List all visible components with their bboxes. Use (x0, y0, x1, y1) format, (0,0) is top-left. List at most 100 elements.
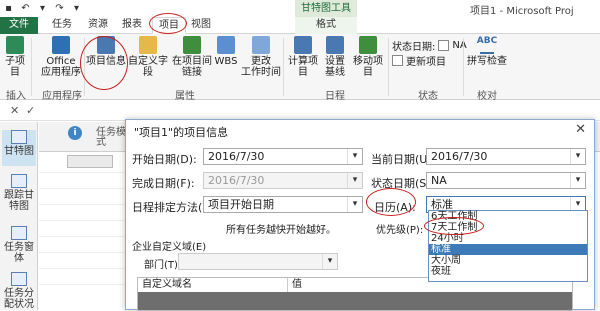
update-icon (392, 55, 403, 66)
link-projects-icon (183, 36, 201, 54)
calculate-project-button[interactable]: 计算项目 (285, 36, 321, 78)
calendar-small-icon (438, 40, 450, 51)
chevron-down-icon: ▾ (322, 254, 337, 269)
info-column-icon[interactable]: i (68, 126, 82, 140)
row-divider (39, 188, 129, 189)
group-separator (463, 38, 464, 96)
selected-cell[interactable] (67, 155, 113, 168)
group-status-label: 状态 (418, 91, 438, 102)
office-apps-button[interactable]: Office 应用程序 (40, 36, 82, 78)
spelling-check-icon (480, 46, 494, 54)
annotation-circle (366, 188, 416, 216)
row-divider (39, 268, 129, 269)
annotation-circle (80, 36, 128, 90)
move-project-icon (359, 36, 377, 54)
chevron-down-icon[interactable]: ▾ (347, 197, 362, 212)
group-separator (31, 38, 32, 96)
schedule-from-select[interactable]: 项目开始日期 ▾ (203, 196, 363, 213)
start-date-label: 开始日期(D): (132, 153, 197, 166)
calendar-option-selected[interactable]: 标准 (429, 244, 587, 255)
dialog-title: "项目1"的项目信息 (134, 126, 229, 139)
chevron-down-icon[interactable]: ▾ (347, 149, 362, 164)
window-title: 项目1 - Microsoft Proj (470, 6, 574, 17)
save-icon[interactable]: ▪ (2, 2, 15, 15)
tab-view[interactable]: 视图 (188, 17, 214, 34)
task-usage-icon (11, 272, 27, 286)
change-working-time-button[interactable]: 更改 工作时间 (241, 36, 281, 78)
calendar-option[interactable]: 大小周 (429, 255, 587, 266)
tab-resource[interactable]: 资源 (84, 17, 112, 34)
undo-icon[interactable]: ↶ (19, 2, 32, 15)
group-proofing-label: 校对 (477, 91, 497, 102)
group-schedule-label: 日程 (325, 91, 345, 102)
row-divider (39, 220, 129, 221)
view-task-form[interactable]: 任务窗体 (2, 226, 36, 266)
status-date-control[interactable]: 状态日期: NA (392, 38, 467, 53)
department-select: ▾ (178, 253, 338, 270)
start-date-field[interactable]: 2016/7/30 ▾ (203, 148, 363, 165)
finish-date-field: 2016/7/30 ▾ (203, 172, 363, 189)
custom-fields-button[interactable]: 自定义字段 (128, 36, 168, 78)
move-project-button[interactable]: 移动项目 (350, 36, 386, 78)
set-baseline-button[interactable]: 设置 基线 (322, 36, 348, 78)
tracking-gantt-icon (11, 174, 27, 188)
group-properties-label: 属性 (175, 91, 195, 102)
cancel-entry-icon[interactable]: ✕ (10, 104, 19, 117)
calendar-icon (252, 36, 270, 54)
spelling-abc-icon: ABC (476, 36, 498, 46)
status-date-field[interactable]: NA ▾ (426, 172, 586, 189)
update-project-button[interactable]: 更新项目 (392, 53, 446, 68)
close-icon[interactable]: ✕ (575, 122, 586, 137)
group-separator (388, 38, 389, 96)
spelling-button[interactable]: ABC 拼写检查 (467, 36, 507, 67)
group-insert-label: 插入 (6, 91, 26, 102)
department-label: 部门(T): (144, 260, 182, 271)
view-gantt-chart[interactable]: 甘特图 (2, 130, 36, 166)
finish-date-label: 完成日期(F): (132, 177, 195, 190)
view-bar: 甘特图 跟踪甘特图 任务窗体 任务分配状况 (0, 122, 38, 310)
tab-report[interactable]: 报表 (118, 17, 146, 34)
custom-fields-icon (139, 36, 157, 54)
priority-label: 优先级(P): (376, 225, 424, 236)
enterprise-fields-label: 企业自定义域(E) (132, 242, 207, 253)
annotation-circle (149, 13, 187, 34)
view-task-usage[interactable]: 任务分配状况 (2, 272, 36, 310)
office-store-icon (52, 36, 70, 54)
baseline-icon (326, 36, 344, 54)
view-tracking-gantt[interactable]: 跟踪甘特图 (2, 174, 36, 218)
title-bar: ▪ ↶ ▾ ↷ ▾ 甘特图工具 项目1 - Microsoft Proj (0, 0, 600, 17)
calendar-option[interactable]: 夜班 (429, 266, 587, 277)
chevron-down-icon[interactable]: ▾ (570, 173, 585, 188)
group-separator (283, 38, 284, 96)
subproject-button[interactable]: 子项目 (3, 36, 27, 78)
wbs-button[interactable]: WBS (213, 36, 239, 67)
customize-qat-icon[interactable]: ▾ (70, 2, 83, 15)
row-divider (39, 204, 129, 205)
tab-format[interactable]: 格式 (295, 17, 357, 34)
tab-task[interactable]: 任务 (48, 17, 76, 34)
annotation-circle (424, 217, 484, 235)
row-divider (39, 172, 129, 173)
row-divider (39, 284, 129, 285)
subproject-icon (6, 36, 24, 54)
current-date-field[interactable]: 2016/7/30 ▾ (426, 148, 586, 165)
group-apps-label: 应用程序 (42, 91, 82, 102)
custom-fields-body (138, 292, 572, 310)
chevron-down-icon: ▾ (347, 173, 362, 188)
chevron-down-icon[interactable]: ▾ (570, 149, 585, 164)
row-divider (39, 252, 129, 253)
link-projects-button[interactable]: 在项目间 链接 (172, 36, 212, 78)
row-divider (39, 236, 129, 237)
task-form-icon (11, 226, 27, 240)
calculate-icon (294, 36, 312, 54)
undo-dropdown-icon[interactable]: ▾ (36, 2, 49, 15)
ribbon-tab-bar: 文件 任务 资源 报表 项目 视图 格式 (0, 17, 600, 34)
gantt-icon (11, 130, 27, 144)
task-mode-header[interactable]: 任务模式 (96, 128, 126, 148)
entry-bar: ✕ ✓ (0, 101, 600, 121)
confirm-entry-icon[interactable]: ✓ (26, 104, 35, 117)
wbs-icon (217, 36, 235, 54)
quick-access-toolbar: ▪ ↶ ▾ ↷ ▾ (2, 1, 83, 16)
tab-file[interactable]: 文件 (0, 17, 38, 34)
redo-icon[interactable]: ↷ (53, 2, 66, 15)
